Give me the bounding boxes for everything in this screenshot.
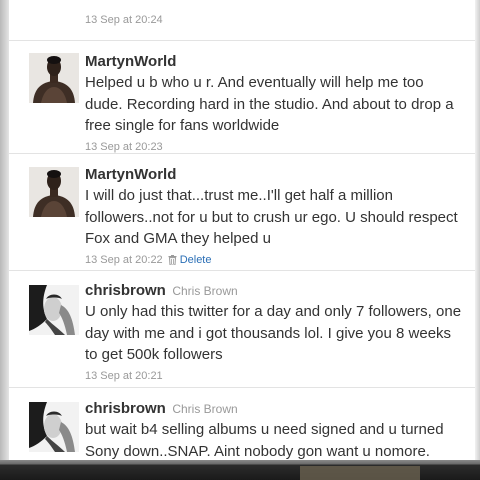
tweet-username[interactable]: chrisbrown [85, 400, 166, 417]
tweet-content: MartynWorld Helped u b who u r. And even… [85, 53, 465, 155]
tweet-username[interactable]: MartynWorld [85, 166, 176, 183]
tweet-username[interactable]: MartynWorld [85, 53, 176, 70]
tweet-fullname[interactable]: Chris Brown [172, 402, 237, 416]
tweet-timestamp[interactable]: 13 Sep at 20:21 [85, 370, 163, 382]
tweet-content: chrisbrown Chris Brown U only had this t… [85, 282, 465, 384]
bottom-frame-edge [0, 460, 480, 480]
tweet-meta: 13 Sep at 20:22 Delete [85, 252, 465, 268]
left-frame-edge [0, 0, 9, 480]
tweet-timestamp[interactable]: 13 Sep at 20:22 [85, 254, 163, 266]
shirtless-man-avatar-icon[interactable] [29, 167, 79, 217]
twitter-timeline[interactable]: 13 Sep at 20:24 MartynWorld Helped u b w… [9, 0, 475, 460]
delete-button[interactable]: Delete [168, 253, 212, 266]
tweet-text: but wait b4 selling albums u need signed… [85, 421, 444, 460]
shirtless-man-avatar-icon[interactable] [29, 53, 79, 103]
tweet-meta: 13 Sep at 20:21 [85, 368, 465, 384]
right-frame-edge [475, 0, 480, 480]
tweet-item: chrisbrown Chris Brown U only had this t… [9, 270, 475, 387]
tweet-text: U only had this twitter for a day and on… [85, 303, 462, 363]
bottom-frame-highlight [300, 466, 420, 480]
tweet-timestamp[interactable]: 13 Sep at 20:24 [85, 14, 163, 26]
tweet-content: MartynWorld I will do just that...trust … [85, 166, 465, 268]
tweet-text: I will do just that...trust me..I'll get… [85, 187, 458, 247]
tweet-item: MartynWorld Helped u b who u r. And even… [9, 40, 475, 153]
tweet-timestamp[interactable]: 13 Sep at 20:23 [85, 141, 163, 153]
tweet-item: MartynWorld I will do just that...trust … [9, 153, 475, 270]
tweet-item: chrisbrown Chris Brown but wait b4 selli… [9, 387, 475, 460]
black-white-portrait-avatar-icon[interactable] [29, 402, 79, 452]
trash-icon [168, 254, 177, 265]
delete-label: Delete [179, 253, 212, 266]
tweet-fullname[interactable]: Chris Brown [172, 284, 237, 298]
tweet-text: Helped u b who u r. And eventually will … [85, 74, 454, 134]
tweet-content: chrisbrown Chris Brown but wait b4 selli… [85, 400, 465, 460]
black-white-portrait-avatar-icon[interactable] [29, 285, 79, 335]
tweet-username[interactable]: chrisbrown [85, 282, 166, 299]
